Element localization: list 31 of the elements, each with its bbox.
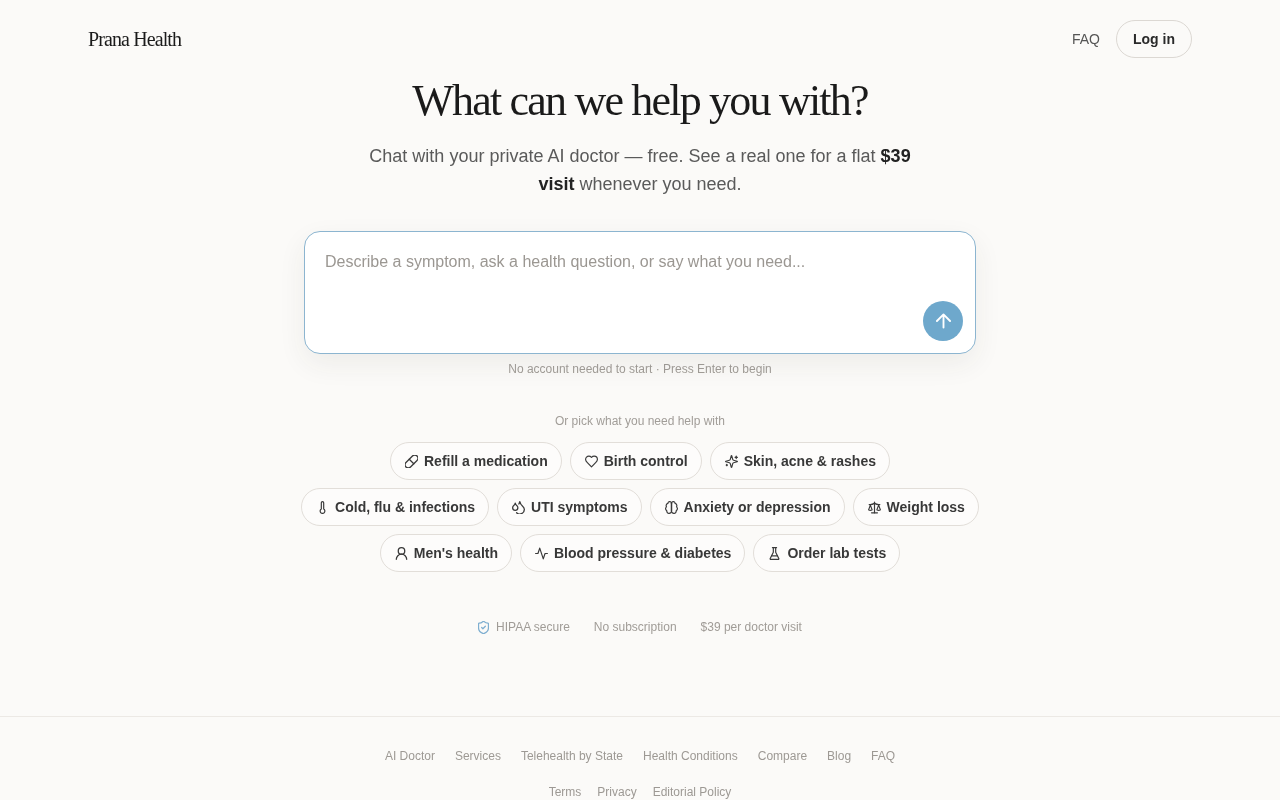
scales-icon [867,500,881,514]
message-field[interactable]: Describe a symptom, ask a health question, or say what you need... [304,231,976,354]
arrow-up-icon [935,313,951,329]
composer-hint: No account needed to start · Press Enter to begin [508,362,772,376]
brand-logo[interactable]: Prana Health [88,27,182,51]
topic-chip[interactable]: Birth control [569,442,702,480]
droplets-icon [512,500,526,514]
topic-chip[interactable]: Skin, acne & rashes [709,442,890,480]
topic-chip[interactable]: Cold, flu & infections [301,488,490,526]
trust-note: $39 per doctor visit [700,619,802,635]
topic-chip[interactable]: UTI symptoms [497,488,642,526]
topics-heading: Or pick what you need help with [554,414,726,428]
sparkle-icon [724,454,738,468]
page-heading: What can we help you with? [412,75,868,127]
trust-note: HIPAA secure [496,619,570,635]
trust-note: No subscription [593,619,677,635]
topic-chip[interactable]: Men's health [379,534,512,572]
shield-check-icon [478,620,490,634]
heart-icon [584,454,598,468]
topic-chip[interactable]: Order lab tests [753,534,901,572]
topic-chip[interactable]: Weight loss [852,488,979,526]
hero-subtitle: Chat with your private AI doctor — free. See a real one for a flat $39 visit whenever you need. [368,145,912,196]
flask-icon [768,546,782,560]
person-icon [394,546,408,560]
topic-chip[interactable]: Refill a medication [390,442,562,480]
pulse-line-icon [535,546,548,560]
topic-chip[interactable]: Anxiety or depression [649,488,845,526]
faq-link[interactable]: FAQ [1072,31,1100,47]
pill-icon [405,454,418,468]
topic-chip[interactable]: Blood pressure & diabetes [520,534,746,572]
brain-icon [664,500,678,514]
